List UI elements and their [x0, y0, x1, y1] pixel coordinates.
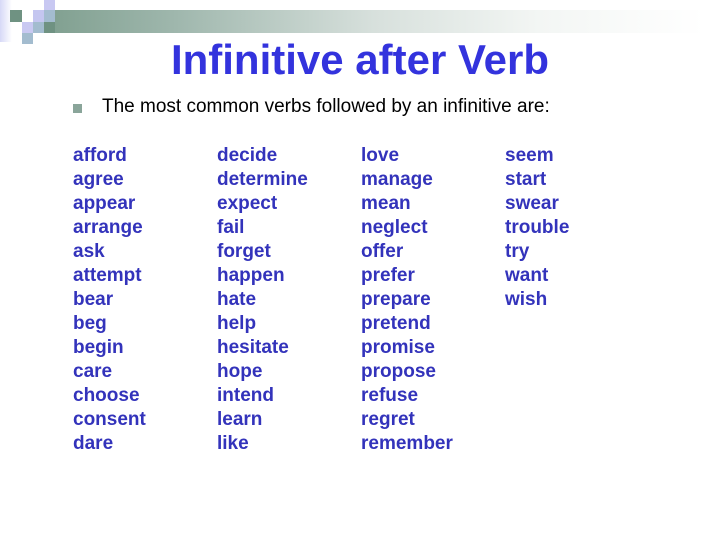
verb-item: hesitate [217, 337, 289, 358]
verb-item: agree [73, 169, 124, 190]
verb-item: regret [361, 409, 415, 430]
verb-item: determine [217, 169, 308, 190]
verb-item: hate [217, 289, 257, 310]
verb-item: help [217, 313, 257, 334]
verb-item: seem [505, 145, 554, 166]
verb-item: choose [73, 385, 140, 406]
verb-column-2: decide determine expect fail forget happen hat… [217, 144, 308, 456]
verb-item: refuse [361, 385, 419, 406]
verb-column-4: seem start swear trouble try want wish [505, 144, 569, 312]
verb-item: neglect [361, 217, 428, 238]
verb-item: intend [217, 385, 274, 406]
intro-bullet: The most common verbs followed by an inf… [73, 96, 550, 118]
verb-item: start [505, 169, 547, 190]
verb-item: forget [217, 241, 271, 262]
verb-item: mean [361, 193, 411, 214]
verb-item: begin [73, 337, 124, 358]
verb-column-1: afford agree appear arrange ask attempt bear be… [73, 144, 146, 456]
verb-item: decide [217, 145, 278, 166]
decor-square [22, 22, 33, 33]
verb-item: beg [73, 313, 107, 334]
verb-item: afford [73, 145, 127, 166]
verb-item: prefer [361, 265, 415, 286]
verb-item: care [73, 361, 113, 382]
verb-item: learn [217, 409, 263, 430]
verb-item: dare [73, 433, 114, 454]
decor-square [33, 10, 44, 22]
verb-item: want [505, 265, 549, 286]
verb-item: like [217, 433, 249, 454]
decor-square [10, 10, 22, 22]
verb-item: trouble [505, 217, 570, 238]
verb-item: appear [73, 193, 136, 214]
verb-item: expect [217, 193, 278, 214]
verb-item: bear [73, 289, 114, 310]
decor-square [33, 22, 44, 33]
verb-item: offer [361, 241, 404, 262]
verb-column-3: love manage mean neglect offer prefer prepare p… [361, 144, 453, 456]
decor-square [44, 0, 55, 10]
decor-square [44, 10, 55, 22]
verb-item: promise [361, 337, 435, 358]
verb-item: manage [361, 169, 433, 190]
verb-item: hope [217, 361, 263, 382]
verb-item: try [505, 241, 530, 262]
square-bullet-icon [73, 103, 82, 113]
verb-item: swear [505, 193, 559, 214]
verb-item: prepare [361, 289, 431, 310]
verb-item: happen [217, 265, 285, 286]
verb-item: consent [73, 409, 146, 430]
verb-item: attempt [73, 265, 142, 286]
verb-item: propose [361, 361, 436, 382]
verb-item: remember [361, 433, 453, 454]
verb-item: pretend [361, 313, 431, 334]
intro-text: The most common verbs followed by an inf… [102, 96, 550, 117]
verb-item: arrange [73, 217, 143, 238]
decor-square [44, 22, 55, 33]
decor-gradient-bar [44, 10, 704, 33]
slide-title: Infinitive after Verb [170, 36, 550, 83]
verb-item: fail [217, 217, 245, 238]
verb-item: wish [505, 289, 548, 310]
verb-item: ask [73, 241, 105, 262]
verb-item: love [361, 145, 400, 166]
